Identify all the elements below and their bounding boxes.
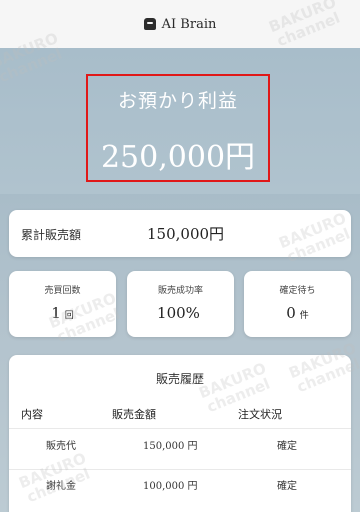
row-divider [9, 428, 351, 429]
stat-label: 販売成功率 [157, 286, 203, 296]
total-sales-card: 累計販売額 150,000円 [9, 210, 351, 257]
column-header-content: 内容 [21, 408, 43, 421]
row-divider [9, 469, 351, 470]
row-type: 販売代 [46, 441, 76, 452]
stat-label: 確定待ち [279, 286, 316, 296]
stat-card-trades: 売買回数 1回 [9, 271, 116, 337]
sales-history-card: 販売履歴 内容 販売金額 注文状況 販売代 150,000 円 確定 謝礼金 1… [9, 355, 351, 512]
robot-icon [143, 18, 156, 30]
profit-hero: お預かり利益 250,000円 [0, 48, 360, 194]
stat-card-success-rate: 販売成功率 100% [127, 271, 234, 337]
stat-unit: 回 [64, 311, 74, 321]
app-header: AI Brain [0, 0, 360, 49]
total-sales-value: 150,000円 [147, 225, 225, 243]
total-sales-label: 累計販売額 [21, 228, 82, 242]
stat-value: 0件 [244, 303, 351, 322]
profit-label: お預かり利益 [117, 90, 238, 112]
column-header-amount: 販売金額 [112, 408, 156, 421]
row-type: 謝礼金 [46, 481, 76, 492]
stat-value: 1回 [9, 303, 116, 322]
stat-unit: 件 [299, 311, 309, 321]
profit-value: 250,000円 [100, 140, 256, 175]
row-amount: 100,000 円 [143, 481, 198, 492]
stat-number: 100% [157, 304, 200, 322]
row-status: 確定 [277, 481, 297, 492]
stat-number: 1 [51, 304, 61, 322]
main-area: お預かり利益 250,000円 累計販売額 150,000円 売買回数 1回 販… [0, 48, 360, 512]
stat-value: 100% [127, 303, 234, 322]
profit-highlight-box: お預かり利益 250,000円 [86, 74, 270, 182]
stat-label: 売買回数 [44, 286, 81, 296]
stat-card-pending: 確定待ち 0件 [244, 271, 351, 337]
stat-number: 0 [286, 304, 296, 322]
row-status: 確定 [277, 441, 297, 452]
row-amount: 150,000 円 [143, 441, 198, 452]
column-header-status: 注文状況 [238, 408, 282, 421]
sales-history-title: 販売履歴 [155, 372, 204, 386]
app-title: AI Brain [161, 16, 217, 32]
